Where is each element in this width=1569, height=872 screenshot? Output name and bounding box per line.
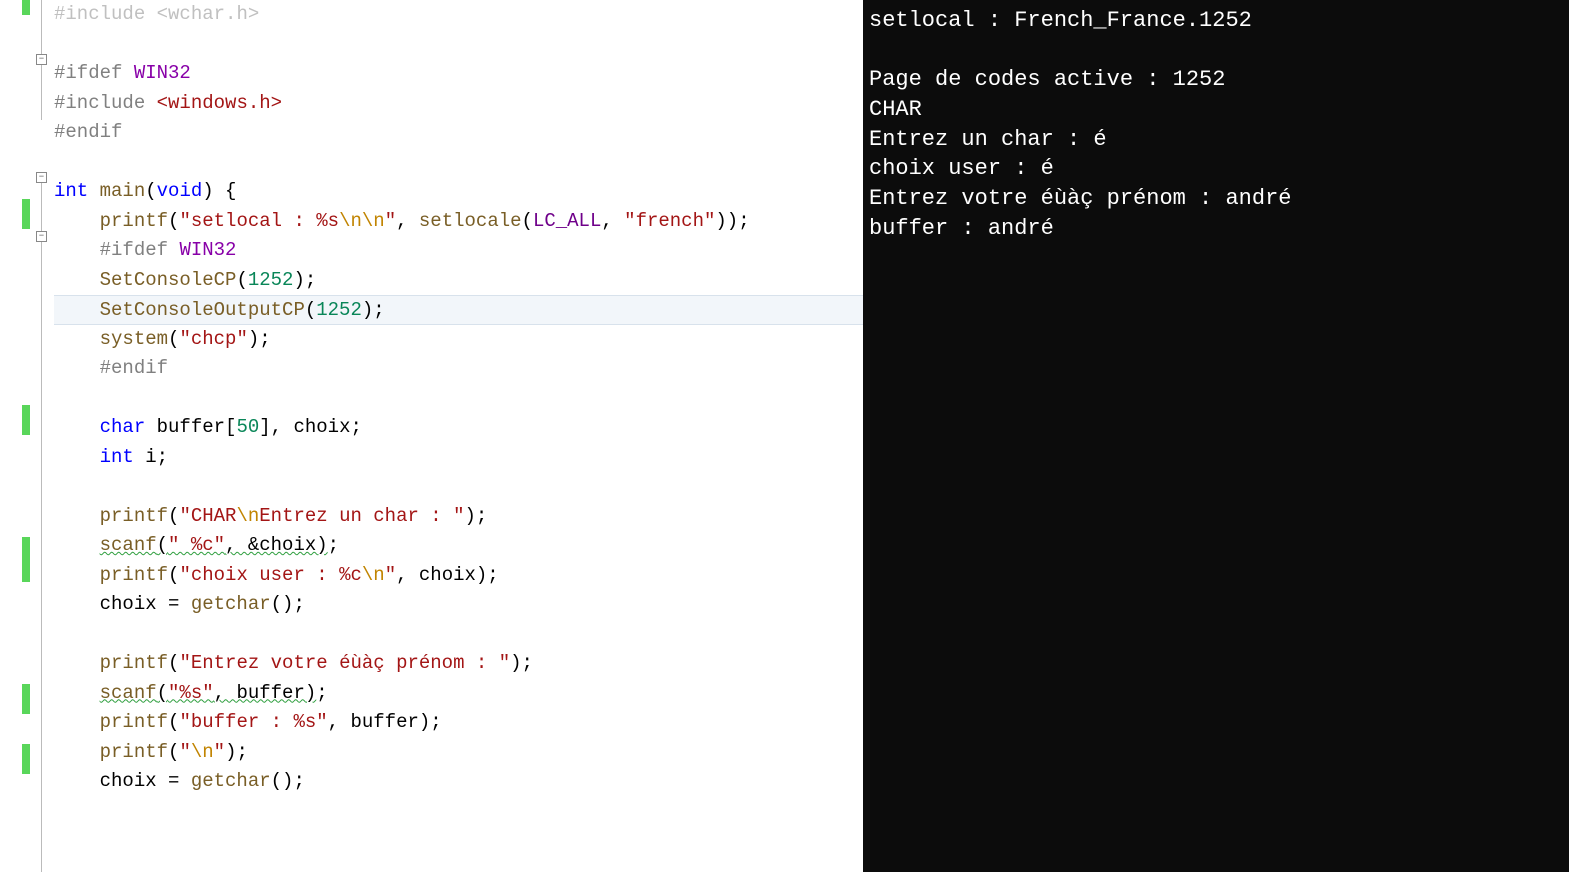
- console-line: [869, 36, 1563, 66]
- code-line[interactable]: #ifdef WIN32: [54, 236, 863, 266]
- code-line[interactable]: [54, 148, 863, 178]
- code-line[interactable]: SetConsoleCP(1252);: [54, 266, 863, 296]
- change-mark: [22, 744, 30, 774]
- code-line[interactable]: system("chcp");: [54, 325, 863, 355]
- code-line[interactable]: printf("setlocal : %s\n\n", setlocale(LC…: [54, 207, 863, 237]
- console-line: buffer : andré: [869, 214, 1563, 244]
- code-line[interactable]: scanf("%s", buffer);: [54, 679, 863, 709]
- code-line[interactable]: int main(void) {: [54, 177, 863, 207]
- console-line: choix user : é: [869, 154, 1563, 184]
- code-line[interactable]: printf("CHAR\nEntrez un char : ");: [54, 502, 863, 532]
- change-mark: [22, 537, 30, 582]
- code-line[interactable]: #ifdef WIN32: [54, 59, 863, 89]
- code-line[interactable]: #include <windows.h>: [54, 89, 863, 119]
- change-mark: [22, 684, 30, 714]
- change-mark: [22, 0, 30, 15]
- fold-toggle-icon[interactable]: −: [36, 231, 47, 242]
- code-line[interactable]: char buffer[50], choix;: [54, 413, 863, 443]
- code-line[interactable]: [54, 620, 863, 650]
- code-line[interactable]: #include <wchar.h>: [54, 0, 863, 30]
- fold-toggle-icon[interactable]: −: [36, 54, 47, 65]
- code-line[interactable]: int i;: [54, 443, 863, 473]
- code-line[interactable]: choix = getchar();: [54, 590, 863, 620]
- code-editor[interactable]: − − − #include <wchar.h> #ifdef WIN32#in…: [0, 0, 863, 872]
- code-line[interactable]: [54, 384, 863, 414]
- fold-toggle-icon[interactable]: −: [36, 172, 47, 183]
- code-line[interactable]: [54, 30, 863, 60]
- console-line: Page de codes active : 1252: [869, 65, 1563, 95]
- console-line: Entrez un char : é: [869, 125, 1563, 155]
- change-mark: [22, 199, 30, 229]
- console-line: Entrez votre éùàç prénom : andré: [869, 184, 1563, 214]
- code-line[interactable]: printf("buffer : %s", buffer);: [54, 708, 863, 738]
- console-line: CHAR: [869, 95, 1563, 125]
- gutter: [0, 0, 30, 872]
- code-line[interactable]: #endif: [54, 354, 863, 384]
- code-line[interactable]: choix = getchar();: [54, 767, 863, 797]
- code-line[interactable]: SetConsoleOutputCP(1252);: [54, 295, 863, 325]
- console-line: setlocal : French_France.1252: [869, 6, 1563, 36]
- code-line[interactable]: printf("choix user : %c\n", choix);: [54, 561, 863, 591]
- code-text-area[interactable]: #include <wchar.h> #ifdef WIN32#include …: [54, 0, 863, 797]
- console-output[interactable]: setlocal : French_France.1252 Page de co…: [863, 0, 1569, 872]
- change-mark: [22, 405, 30, 435]
- code-line[interactable]: scanf(" %c", &choix);: [54, 531, 863, 561]
- code-line[interactable]: [54, 472, 863, 502]
- code-line[interactable]: printf("Entrez votre éùàç prénom : ");: [54, 649, 863, 679]
- code-line[interactable]: #endif: [54, 118, 863, 148]
- code-line[interactable]: printf("\n");: [54, 738, 863, 768]
